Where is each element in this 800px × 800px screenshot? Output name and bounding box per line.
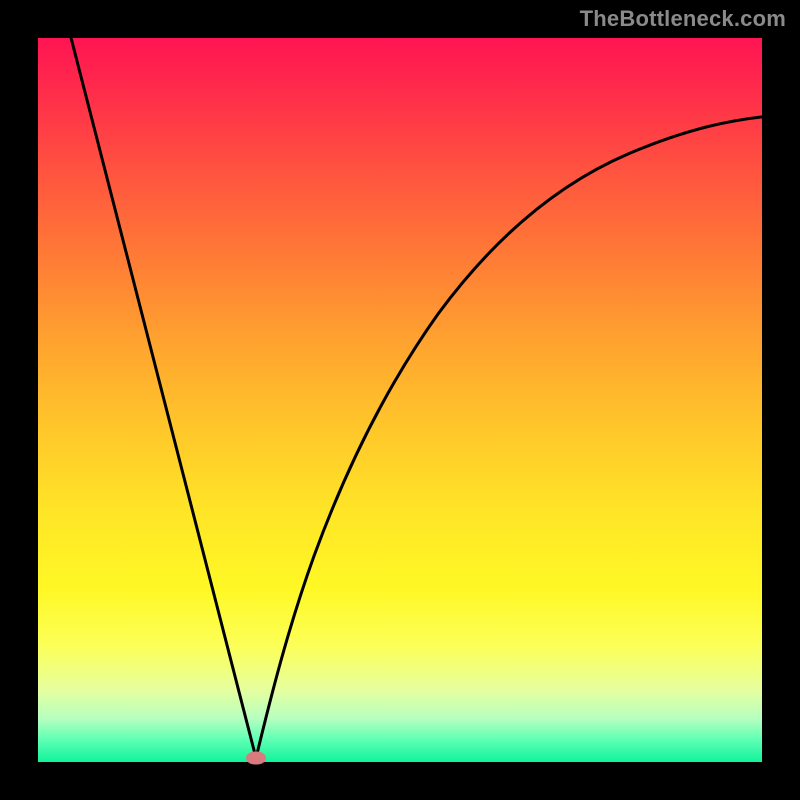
plot-area [38,38,762,762]
curve-left-branch [68,26,256,758]
watermark-label: TheBottleneck.com [580,6,786,32]
curve-right-branch [256,116,770,758]
minimum-marker [246,752,266,765]
bottleneck-curve [38,38,762,762]
chart-frame: TheBottleneck.com [0,0,800,800]
